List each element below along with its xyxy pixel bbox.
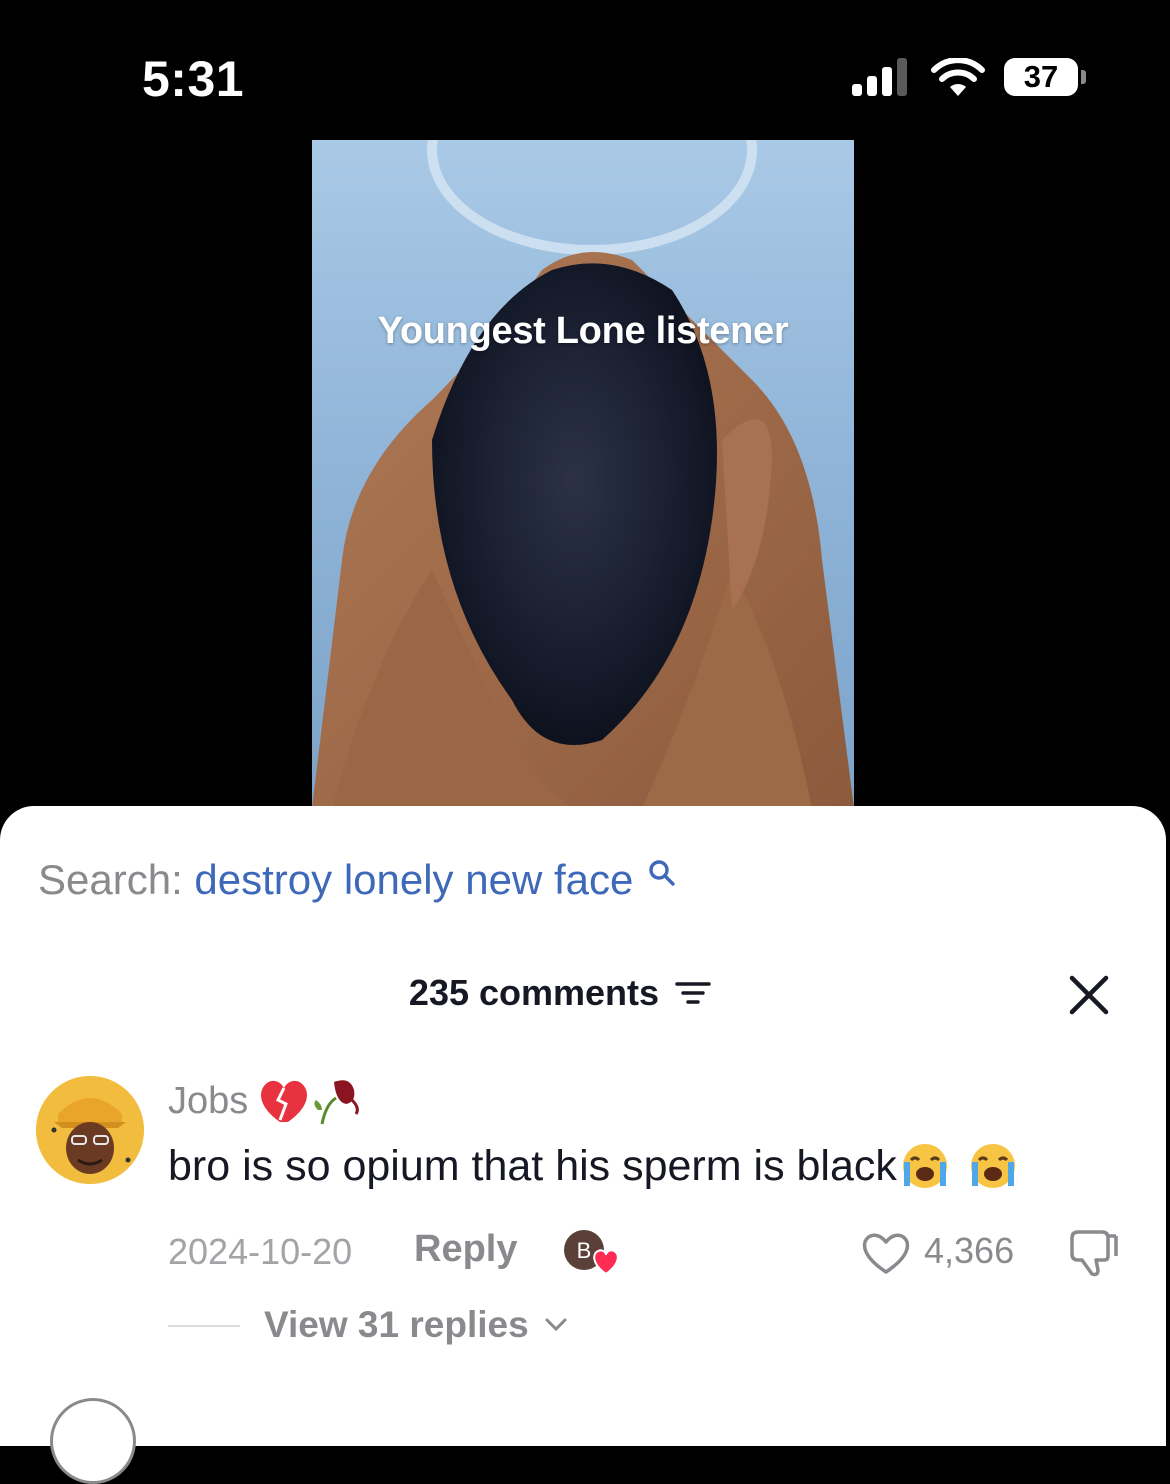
next-comment-avatar[interactable]	[50, 1398, 136, 1484]
author-emoji-group	[261, 1080, 359, 1125]
status-bar: 5:31 37	[0, 0, 1170, 140]
cellular-signal-icon	[852, 58, 907, 96]
comment-body: bro is so opium that his sperm is black	[168, 1142, 1021, 1194]
battery-cap	[1081, 70, 1086, 84]
search-prefix: Search:	[38, 856, 183, 903]
search-icon[interactable]	[647, 858, 677, 888]
loudly-crying-face-emoji	[902, 1143, 947, 1188]
avatar-illustration	[36, 1076, 144, 1184]
search-query-link[interactable]: destroy lonely new face	[194, 856, 633, 903]
comment-author[interactable]: Jobs	[168, 1080, 248, 1123]
comment-date: 2024-10-20	[168, 1231, 353, 1272]
status-time: 5:31	[142, 51, 245, 107]
search-suggestion[interactable]: Search: destroy lonely new face	[38, 856, 677, 904]
heart-like-icon[interactable]	[860, 1230, 912, 1276]
wilted-rose-emoji	[314, 1080, 359, 1125]
creator-liked-badge: B	[564, 1230, 619, 1276]
video-caption: Youngest Lone listener	[377, 310, 789, 352]
comments-count-label: 235 comments	[408, 972, 660, 1013]
video-frame	[312, 140, 854, 808]
loudly-crying-face-emoji	[970, 1143, 1015, 1188]
wifi-icon	[931, 58, 985, 96]
battery-icon: 37	[1004, 58, 1078, 96]
comment-text: bro is so opium that his sperm is black	[168, 1142, 897, 1190]
dislike-icon[interactable]	[1066, 1226, 1122, 1278]
sort-filter-icon[interactable]	[675, 978, 711, 1008]
broken-heart-emoji	[261, 1080, 307, 1122]
video-player[interactable]: Youngest Lone listener	[312, 140, 854, 808]
avatar[interactable]	[36, 1076, 144, 1184]
reply-button[interactable]: Reply	[414, 1228, 517, 1271]
replies-divider	[168, 1325, 240, 1327]
view-replies-label: View 31 replies	[264, 1304, 529, 1345]
chevron-down-icon	[545, 1318, 567, 1332]
creator-like-initial: B	[577, 1238, 592, 1263]
like-count: 4,366	[924, 1230, 1015, 1271]
comments-header: 235 comments	[0, 972, 1120, 1014]
close-icon[interactable]	[1068, 974, 1110, 1016]
view-replies-button[interactable]: View 31 replies	[264, 1304, 569, 1346]
comments-sheet: Search: destroy lonely new face 235 comm…	[0, 806, 1166, 1484]
